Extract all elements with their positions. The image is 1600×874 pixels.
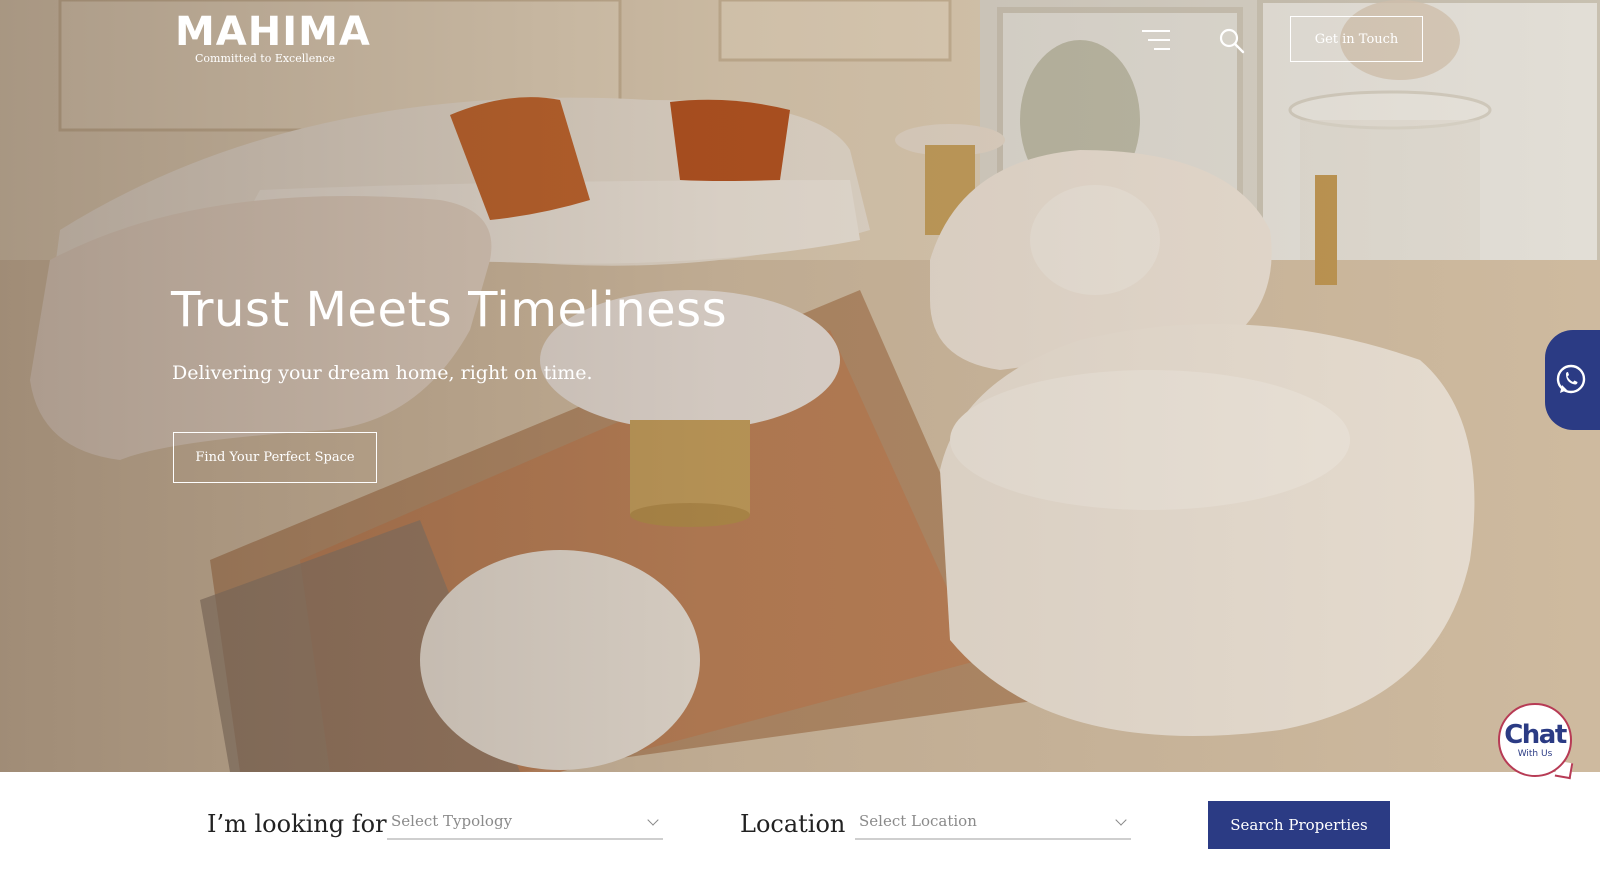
location-label: Location (740, 810, 846, 838)
hero-overlay (0, 0, 1600, 772)
logo-tagline: Committed to Excellence (194, 52, 336, 65)
chat-with-us-widget[interactable]: Chat With Us (1498, 703, 1572, 777)
hero-title: Trust Meets Timeliness (171, 282, 728, 338)
whatsapp-icon (1556, 364, 1586, 394)
location-select[interactable]: Select Location (855, 808, 1131, 840)
typology-select-value: Select Typology (391, 812, 513, 830)
brand-logo[interactable]: MAHIMA Committed to Excellence (175, 9, 371, 65)
search-icon[interactable] (1218, 27, 1246, 55)
chevron-down-icon (647, 814, 659, 826)
looking-for-label: I’m looking for (207, 810, 387, 838)
search-properties-button[interactable]: Search Properties (1208, 801, 1390, 849)
menu-icon[interactable] (1138, 30, 1170, 52)
find-space-button[interactable]: Find Your Perfect Space (173, 432, 377, 483)
location-select-value: Select Location (859, 812, 977, 830)
hero-section (0, 0, 1600, 772)
hero-subtitle: Delivering your dream home, right on tim… (172, 362, 593, 384)
chevron-down-icon (1115, 814, 1127, 826)
whatsapp-button[interactable] (1545, 330, 1600, 430)
logo-wordmark: MAHIMA (175, 9, 371, 55)
typology-select[interactable]: Select Typology (387, 808, 663, 840)
chat-subtitle: With Us (1517, 749, 1553, 759)
get-in-touch-button[interactable]: Get in Touch (1290, 16, 1423, 62)
chat-title: Chat (1504, 720, 1567, 750)
